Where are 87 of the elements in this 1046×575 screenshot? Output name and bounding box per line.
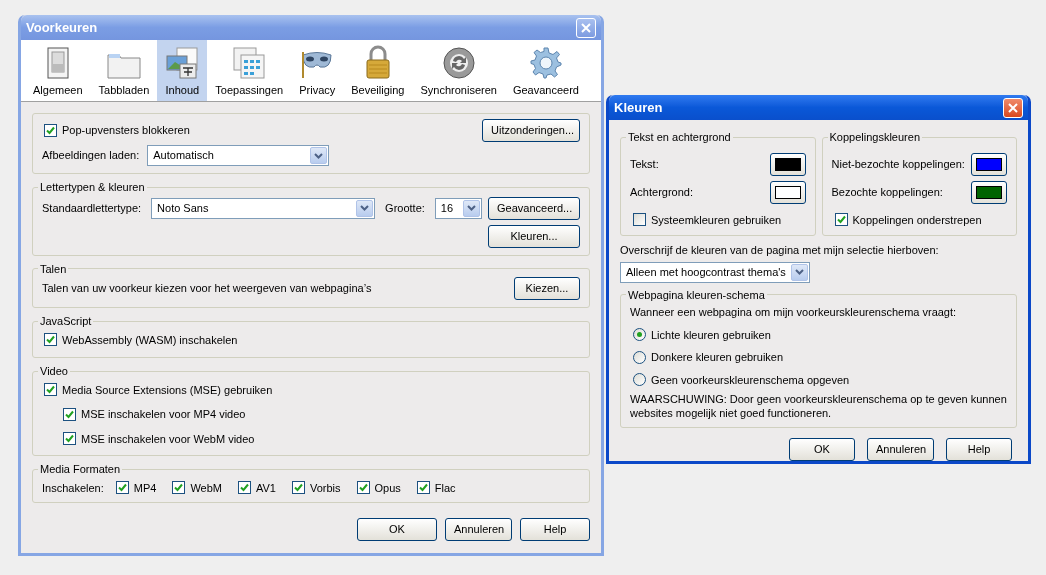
checkbox-label[interactable]: Pop-upvensters blokkeren <box>62 122 190 139</box>
radio-button[interactable] <box>633 373 646 387</box>
field-label: Tekst: <box>630 156 659 172</box>
checkbox-label[interactable]: Koppelingen onderstrepen <box>852 211 982 228</box>
chevron-down-icon <box>791 263 808 281</box>
radio-label[interactable]: Lichte kleuren gebruiken <box>651 326 771 343</box>
toolbar-tab[interactable]: Inhoud <box>157 40 208 101</box>
chevron-down-icon <box>356 199 374 217</box>
choose-button[interactable]: Kiezen... <box>514 277 580 300</box>
checkbox-label[interactable]: MSE inschakelen voor MP4 video <box>81 406 246 423</box>
radio-label[interactable]: Donkere kleuren gebruiken <box>651 349 784 366</box>
switch-icon <box>46 46 69 79</box>
checkbox[interactable] <box>416 481 430 495</box>
checkbox[interactable] <box>44 124 57 137</box>
radio-label[interactable]: Geen voorkeurskleurenschema opgeven <box>651 371 850 388</box>
documents-icon <box>165 46 200 79</box>
radio-button[interactable] <box>633 350 646 364</box>
sync-icon <box>442 46 475 79</box>
checkbox[interactable] <box>63 432 76 446</box>
help-button[interactable]: Help <box>520 518 590 541</box>
padlock-icon <box>363 44 392 79</box>
calendar-icon <box>233 46 266 79</box>
color-picker-button[interactable] <box>971 180 1007 204</box>
color-picker-button[interactable] <box>769 152 806 176</box>
close-button[interactable] <box>576 17 596 38</box>
chevron-down-icon <box>462 199 480 217</box>
checkbox-label[interactable]: AV1 <box>256 479 276 496</box>
group-title: Talen <box>39 261 68 277</box>
chevron-down-icon <box>310 147 328 164</box>
ok-button[interactable]: OK <box>357 518 437 541</box>
dropdown[interactable]: Automatisch <box>147 145 330 166</box>
checkbox-label[interactable]: Systeemkleuren gebruiken <box>651 211 782 228</box>
window-title: Kleuren <box>614 98 663 117</box>
field-label: Grootte: <box>385 200 425 216</box>
radio-button[interactable] <box>633 328 646 342</box>
checkbox[interactable] <box>44 383 57 397</box>
checkbox[interactable] <box>356 481 370 495</box>
window-title: Voorkeuren <box>26 18 98 37</box>
checkbox[interactable] <box>172 481 186 495</box>
exceptions-button[interactable]: Uitzonderingen... <box>482 119 580 142</box>
group-title: Tekst en achtergrond <box>627 130 732 145</box>
field-label: Standaardlettertype: <box>42 200 142 216</box>
checkbox[interactable] <box>238 481 251 495</box>
group-title: Media Formaten <box>39 462 122 477</box>
field-label: Afbeeldingen laden: <box>42 148 140 164</box>
group-title: Video <box>39 364 69 379</box>
checkbox[interactable] <box>115 481 129 495</box>
ok-button[interactable]: OK <box>789 438 855 461</box>
group-title: Lettertypen & kleuren <box>39 180 146 195</box>
checkbox[interactable] <box>633 213 646 227</box>
description-text: Talen van uw voorkeur kiezen voor het weergeven van webpagina’s <box>42 281 372 297</box>
group-title: JavaScript <box>39 314 93 329</box>
group-title: Webpagina kleuren-schema <box>627 287 766 303</box>
help-button[interactable]: Help <box>946 438 1012 461</box>
field-label: Bezochte koppelingen: <box>831 184 943 200</box>
checkbox[interactable] <box>44 333 57 347</box>
group-title: Koppelingskleuren <box>828 130 921 145</box>
warning-text: WAARSCHUWING: Door geen voorkeurskleurenschema op te geven kunnen websites mogelijk niet goed functioneren. <box>630 392 1007 420</box>
cancel-button[interactable]: Annuleren <box>867 438 934 461</box>
checkbox[interactable] <box>63 407 76 421</box>
field-label: Niet-bezochte koppelingen: <box>831 156 965 172</box>
checkbox-label[interactable]: Vorbis <box>309 479 341 496</box>
close-button[interactable] <box>1003 97 1023 118</box>
close-icon <box>581 22 591 33</box>
dropdown[interactable]: Noto Sans <box>151 197 376 219</box>
field-label: Inschakelen: <box>42 480 104 496</box>
checkbox-label[interactable]: Flac <box>434 479 456 496</box>
checkbox-label[interactable]: WebAssembly (WASM) inschakelen <box>62 331 238 348</box>
checkbox[interactable] <box>834 213 848 227</box>
colors-button[interactable]: Kleuren... <box>488 224 580 248</box>
color-picker-button[interactable] <box>971 152 1007 176</box>
dropdown[interactable]: 16 <box>434 197 482 219</box>
checkbox[interactable] <box>291 481 305 495</box>
checkbox-label[interactable]: Media Source Extensions (MSE) gebruiken <box>62 381 273 398</box>
cancel-button[interactable]: Annuleren <box>445 518 512 541</box>
field-label: Achtergrond: <box>630 184 693 200</box>
field-label: Overschrijf de kleuren van de pagina met mijn selectie hierboven: <box>620 243 940 258</box>
checkbox-label[interactable]: MSE inschakelen voor WebM video <box>81 430 255 447</box>
checkbox-label[interactable]: WebM <box>190 479 222 496</box>
gear-icon <box>529 46 562 79</box>
description-text: Wanneer een webpagina om mijn voorkeurskleurenschema vraagt: <box>630 305 958 320</box>
close-icon <box>1008 102 1018 113</box>
checkbox-label[interactable]: Opus <box>374 479 401 496</box>
dropdown[interactable]: Alleen met hoogcontrast thema's <box>620 261 810 283</box>
color-picker-button[interactable] <box>769 180 806 204</box>
advanced-button[interactable]: Geavanceerd... <box>488 196 580 220</box>
checkbox-label[interactable]: MP4 <box>133 479 157 496</box>
